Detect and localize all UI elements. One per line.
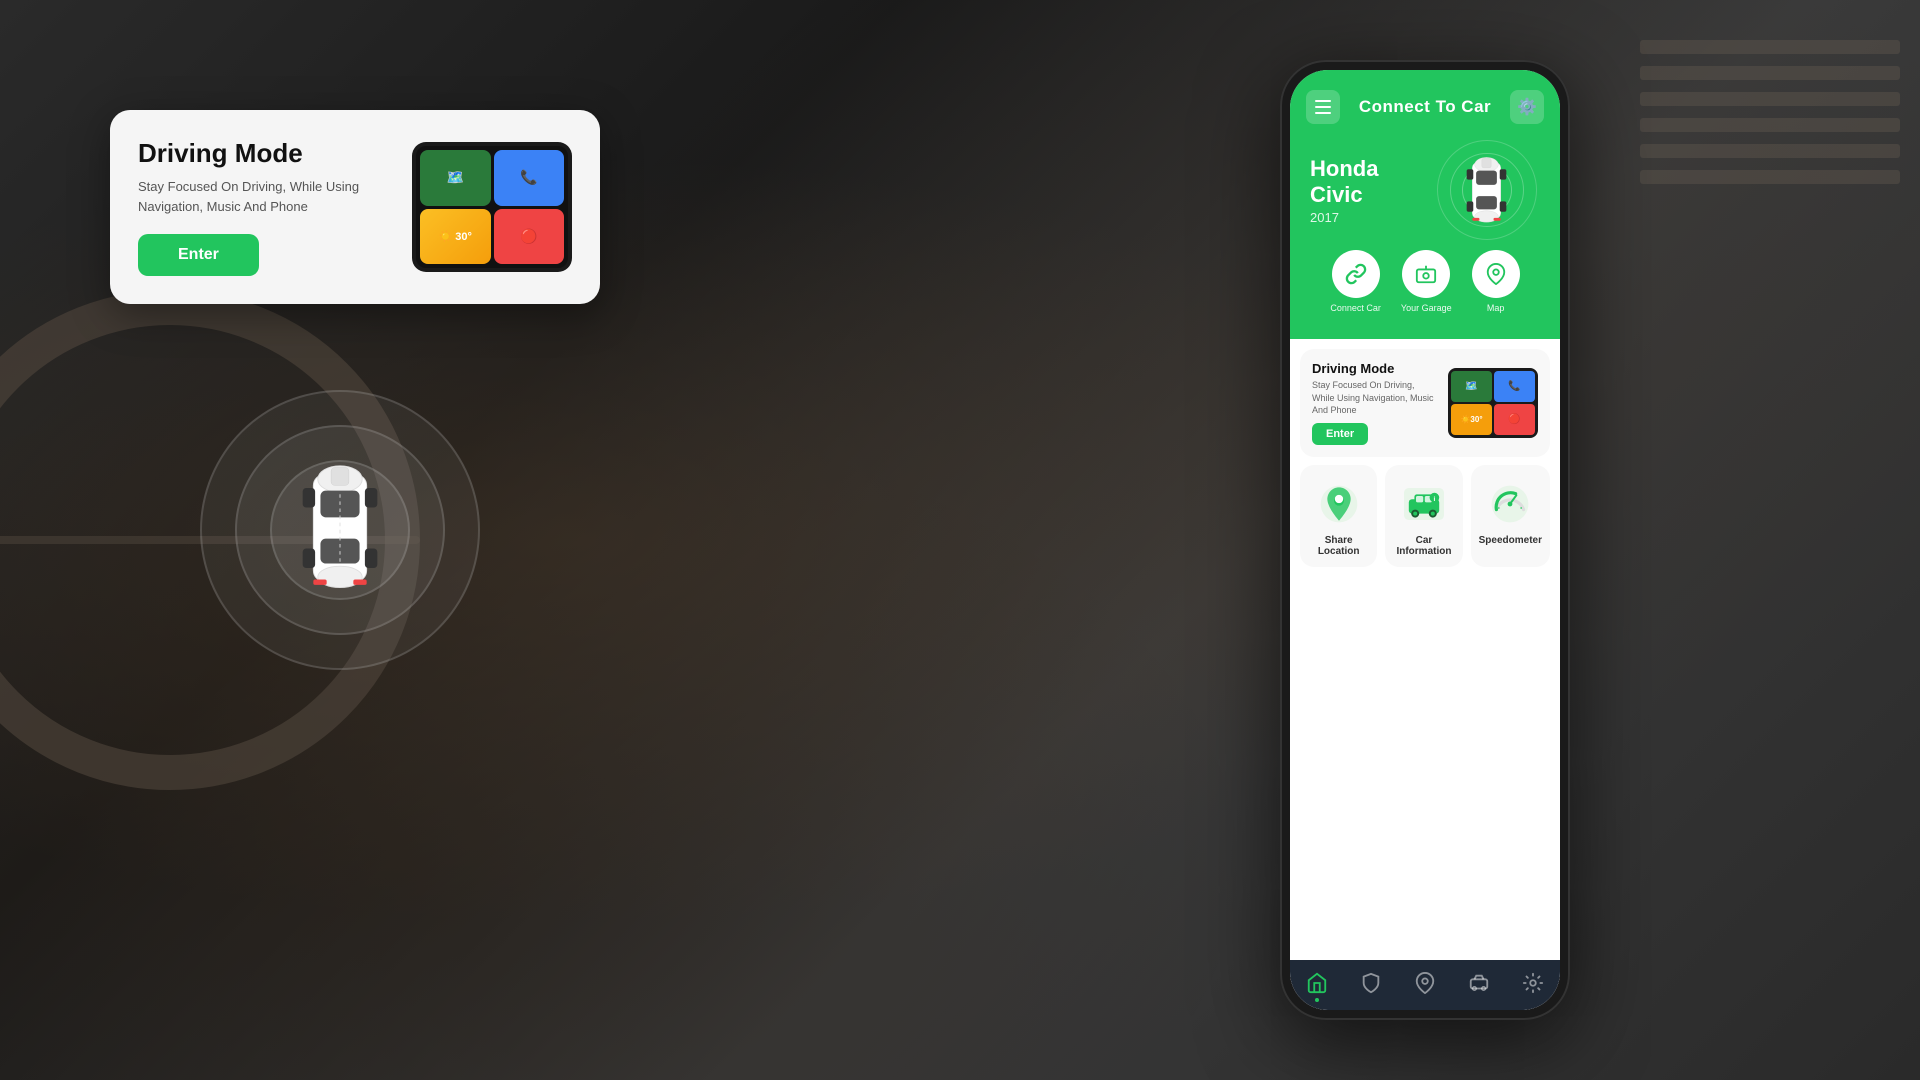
dm-mini-desc: Stay Focused On Driving, While Using Nav… <box>1312 379 1438 417</box>
speedometer-label: Speedometer <box>1479 535 1542 546</box>
phone-bottom-section: Driving Mode Stay Focused On Driving, Wh… <box>1290 339 1560 1010</box>
location-nav-icon <box>1414 972 1436 994</box>
action-connect-car[interactable]: Connect Car <box>1330 250 1381 313</box>
dm-mini-icon-1: 🗺️ <box>1451 371 1492 402</box>
spacer <box>1290 577 1560 960</box>
settings-button[interactable]: ⚙️ <box>1510 90 1544 124</box>
mini-icon-weather: ☀️ 30° <box>420 209 491 265</box>
settings-nav-icon <box>1522 972 1544 994</box>
driving-mode-mini-phone: 🗺️ 📞 ☀️ 30° 🔴 <box>412 142 572 272</box>
nav-car[interactable] <box>1468 972 1490 994</box>
car-radar-container <box>180 340 500 720</box>
connect-car-icon-circle <box>1332 250 1380 298</box>
map-icon-circle <box>1472 250 1520 298</box>
car-year: 2017 <box>1310 210 1433 225</box>
mini-icon-speed: 🔴 <box>494 209 565 265</box>
dm-mini-icon-2: 📞 <box>1494 371 1535 402</box>
dm-mini-enter-button[interactable]: Enter <box>1312 423 1368 445</box>
feature-speedometer[interactable]: Speedometer <box>1471 465 1550 567</box>
phone-mockup: Connect To Car ⚙️ Honda Civic 2017 <box>1280 60 1570 1020</box>
driving-mode-text: Driving Mode Stay Focused On Driving, Wh… <box>138 138 392 276</box>
vent-bg <box>1620 0 1920 400</box>
nav-location[interactable] <box>1414 972 1436 994</box>
mini-icon-call: 📞 <box>494 150 565 206</box>
nav-home[interactable] <box>1306 972 1328 994</box>
phone-top-section: Connect To Car ⚙️ Honda Civic 2017 <box>1290 70 1560 339</box>
map-label: Map <box>1487 303 1505 313</box>
mini-icon-nav: 🗺️ <box>420 150 491 206</box>
hamburger-button[interactable] <box>1306 90 1340 124</box>
driving-mode-card: Driving Mode Stay Focused On Driving, Wh… <box>110 110 600 304</box>
nav-settings[interactable] <box>1522 972 1544 994</box>
shield-nav-icon <box>1360 972 1382 994</box>
hamburger-line-3 <box>1315 112 1331 114</box>
share-location-label: Share Location <box>1308 535 1369 557</box>
car-info-row: Honda Civic 2017 <box>1306 140 1544 240</box>
car-top-view-standalone <box>290 448 390 613</box>
bottom-nav <box>1290 960 1560 1010</box>
nav-shield[interactable] <box>1360 972 1382 994</box>
share-location-icon <box>1316 481 1362 527</box>
radar-rings <box>200 390 480 670</box>
dm-mini-title: Driving Mode <box>1312 361 1438 376</box>
car-information-icon: i <box>1401 481 1447 527</box>
car-information-label: Car Information <box>1393 535 1454 557</box>
hamburger-line-1 <box>1315 100 1331 102</box>
car-nav-icon <box>1468 972 1490 994</box>
connect-car-label: Connect Car <box>1330 303 1381 313</box>
action-your-garage[interactable]: Your Garage <box>1401 250 1452 313</box>
phone-header: Connect To Car ⚙️ <box>1306 90 1544 124</box>
action-map[interactable]: Map <box>1472 250 1520 313</box>
feature-grid: Share Location <box>1290 465 1560 577</box>
driving-mode-card-desc: Stay Focused On Driving, While Using Nav… <box>138 177 392 216</box>
garage-icon-circle <box>1402 250 1450 298</box>
car-name: Honda Civic <box>1310 156 1433 208</box>
garage-label: Your Garage <box>1401 303 1452 313</box>
phone-title: Connect To Car <box>1359 97 1491 117</box>
phone-car-image <box>1433 140 1540 240</box>
feature-car-information[interactable]: i Car Information <box>1385 465 1462 567</box>
home-nav-icon <box>1306 972 1328 994</box>
dm-mini-icon-3: ☀️30° <box>1451 404 1492 435</box>
mini-phone-screen: 🗺️ 📞 ☀️ 30° 🔴 <box>416 146 568 268</box>
dm-mini-text: Driving Mode Stay Focused On Driving, Wh… <box>1312 361 1438 445</box>
driving-mode-enter-button[interactable]: Enter <box>138 234 259 276</box>
dm-mini-phone-image: 🗺️ 📞 ☀️30° 🔴 <box>1448 368 1538 438</box>
speedometer-icon <box>1487 481 1533 527</box>
home-nav-dot <box>1315 998 1319 1002</box>
car-details: Honda Civic 2017 <box>1310 156 1433 225</box>
action-icons-row: Connect Car Your Garage <box>1306 240 1544 319</box>
svg-text:i: i <box>1433 496 1435 503</box>
phone-car-svg <box>1459 148 1514 233</box>
phone-screen: Connect To Car ⚙️ Honda Civic 2017 <box>1290 70 1560 1010</box>
hamburger-line-2 <box>1315 106 1331 108</box>
dm-mini-icon-4: 🔴 <box>1494 404 1535 435</box>
feature-share-location[interactable]: Share Location <box>1300 465 1377 567</box>
driving-mode-mini-card: Driving Mode Stay Focused On Driving, Wh… <box>1300 349 1550 457</box>
driving-mode-card-title: Driving Mode <box>138 138 392 169</box>
